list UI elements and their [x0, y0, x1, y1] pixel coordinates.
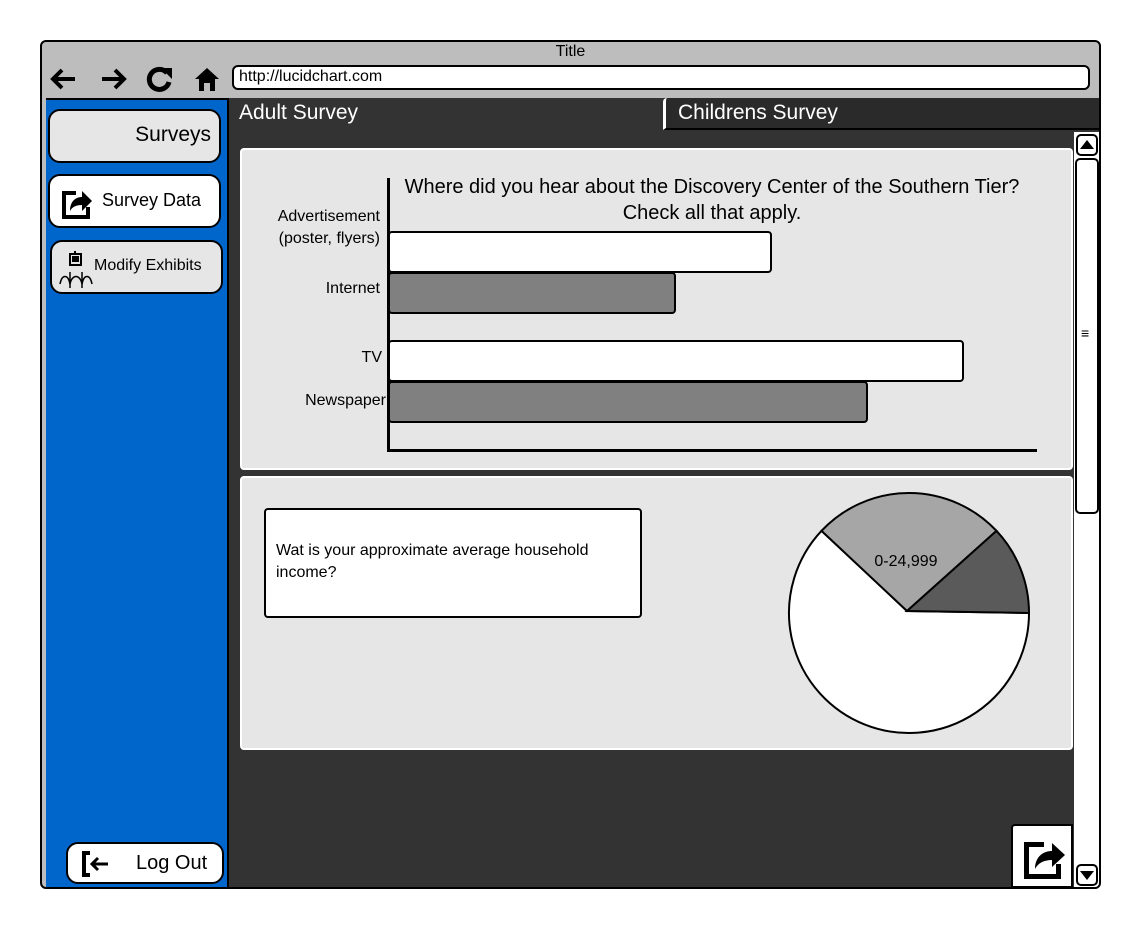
scroll-down-button[interactable] [1076, 864, 1098, 886]
url-field[interactable]: http://lucidchart.com [232, 65, 1090, 90]
grip-icon: ≡ [1081, 325, 1090, 341]
refresh-icon[interactable] [145, 64, 175, 94]
modify-exhibits-label: Modify Exhibits [94, 257, 202, 274]
exhibit-icon [59, 251, 93, 288]
arrow-left-icon[interactable] [48, 64, 78, 94]
tab-adult-survey-label: Adult Survey [239, 101, 359, 124]
scroll-up-button[interactable] [1076, 134, 1098, 156]
browser-window: Title http://lucidchart.com Surveys Surv… [40, 40, 1101, 889]
scroll-thumb[interactable]: ≡ [1075, 158, 1099, 514]
bar-label: TV [361, 349, 382, 366]
bar-1 [388, 231, 772, 273]
main-content: Adult Survey Childrens Survey Where did … [229, 98, 1099, 887]
share-icon [1024, 842, 1065, 879]
tab-bar: Adult Survey Childrens Survey [229, 98, 1099, 130]
arrow-right-icon[interactable] [99, 64, 129, 94]
bar-2 [388, 272, 676, 314]
chart-title: Where did you hear about the Discovery C… [404, 176, 1020, 224]
modify-exhibits-button[interactable]: Modify Exhibits [50, 240, 223, 294]
bar-label: Internet [325, 280, 380, 297]
triangle-down-icon [1080, 871, 1094, 880]
logout-label: Log Out [136, 852, 208, 874]
logout-button[interactable]: Log Out [66, 842, 224, 884]
bar-label: Advertisement (poster, flyers) [277, 208, 380, 247]
tab-childrens-survey-label: Childrens Survey [678, 101, 838, 124]
tab-adult-survey[interactable]: Adult Survey [229, 98, 665, 130]
share-icon [62, 191, 92, 219]
bar-label: Newspaper [305, 392, 386, 409]
question-box: Wat is your approximate average househol… [264, 508, 642, 618]
pie-chart: 0-24,999 [788, 492, 1031, 734]
bar-chart-panel: Where did you hear about the Discovery C… [240, 148, 1073, 470]
logout-icon [82, 851, 108, 877]
window-title: Title [555, 43, 586, 60]
tab-childrens-survey[interactable]: Childrens Survey [663, 98, 1099, 130]
share-button[interactable] [1011, 824, 1073, 887]
survey-data-button[interactable]: Survey Data [48, 174, 221, 228]
home-icon[interactable] [192, 64, 222, 94]
bar-3 [388, 340, 964, 382]
surveys-button[interactable]: Surveys [48, 109, 221, 163]
x-axis [387, 449, 1037, 452]
pie-slice-label: 0-24,999 [874, 553, 937, 570]
surveys-label: Surveys [135, 123, 211, 146]
sidebar: Surveys Survey Data Modify Exhibits Log … [46, 98, 229, 887]
triangle-up-icon [1080, 140, 1094, 149]
scrollbar[interactable]: ≡ [1074, 132, 1099, 887]
pie-chart-panel: Wat is your approximate average househol… [240, 476, 1073, 750]
bar-4 [388, 381, 868, 423]
survey-data-label: Survey Data [102, 190, 202, 210]
